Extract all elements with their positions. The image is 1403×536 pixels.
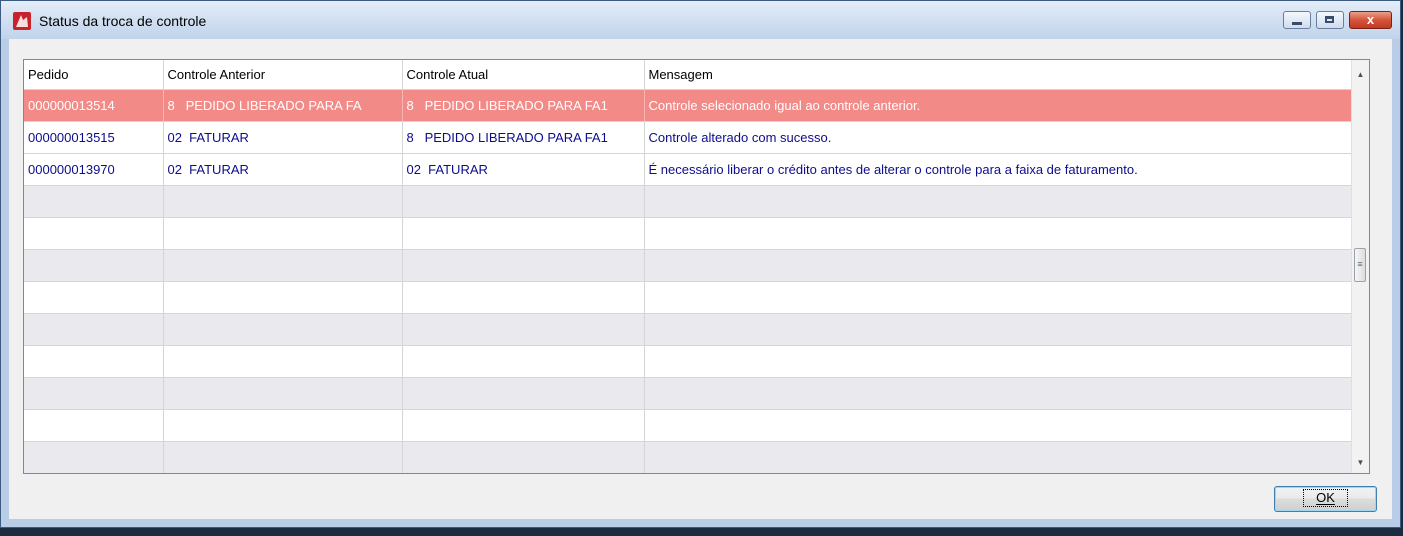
cell-pedido: 000000013514 [24, 89, 164, 122]
empty-row [24, 249, 1352, 282]
cell-pedido: 000000013515 [24, 121, 164, 154]
minimize-button[interactable] [1283, 11, 1311, 29]
cell-mensagem: Controle alterado com sucesso. [644, 121, 1352, 154]
close-icon: x [1366, 12, 1375, 27]
scroll-down-arrow-icon[interactable]: ▼ [1352, 454, 1369, 471]
maximize-icon [1325, 16, 1334, 23]
title-bar[interactable]: Status da troca de controle x [1, 1, 1400, 39]
ok-button[interactable]: OK [1274, 486, 1377, 512]
empty-row [24, 313, 1352, 346]
empty-row [24, 217, 1352, 250]
empty-row [24, 345, 1352, 378]
dialog-window: Status da troca de controle x Pedido Con… [0, 0, 1401, 528]
scroll-up-arrow-icon[interactable]: ▲ [1352, 66, 1369, 83]
empty-row [24, 441, 1352, 473]
minimize-icon [1292, 22, 1302, 25]
status-table: Pedido Controle Anterior Controle Atual … [24, 60, 1352, 473]
table-header-row: Pedido Controle Anterior Controle Atual … [24, 60, 1352, 90]
empty-row [24, 377, 1352, 410]
vertical-scrollbar[interactable]: ▲ ≡ ▼ [1351, 60, 1369, 473]
cell-controle-anterior: 02 FATURAR [163, 121, 403, 154]
status-grid[interactable]: Pedido Controle Anterior Controle Atual … [23, 59, 1370, 474]
table-row[interactable]: 000000013970 02 FATURAR 02 FATURAR É nec… [24, 153, 1352, 186]
column-header-controle-atual[interactable]: Controle Atual [402, 60, 645, 90]
caption-buttons: x [1278, 11, 1392, 29]
app-icon [13, 12, 31, 30]
cell-pedido: 000000013970 [24, 153, 164, 186]
cell-controle-atual: 02 FATURAR [402, 153, 645, 186]
ok-button-label: OK [1303, 489, 1348, 507]
column-header-pedido[interactable]: Pedido [24, 60, 164, 90]
scroll-thumb[interactable]: ≡ [1354, 248, 1366, 282]
cell-controle-atual: 8 PEDIDO LIBERADO PARA FA1 [402, 89, 645, 122]
column-header-mensagem[interactable]: Mensagem [644, 60, 1352, 90]
table-row[interactable]: 000000013515 02 FATURAR 8 PEDIDO LIBERAD… [24, 121, 1352, 154]
window-title: Status da troca de controle [39, 13, 207, 29]
column-header-controle-anterior[interactable]: Controle Anterior [163, 60, 403, 90]
close-button[interactable]: x [1349, 11, 1392, 29]
cell-controle-anterior: 02 FATURAR [163, 153, 403, 186]
empty-row [24, 409, 1352, 442]
cell-mensagem: É necessário liberar o crédito antes de … [644, 153, 1352, 186]
empty-row [24, 185, 1352, 218]
empty-row [24, 281, 1352, 314]
cell-controle-atual: 8 PEDIDO LIBERADO PARA FA1 [402, 121, 645, 154]
table-row[interactable]: 000000013514 8 PEDIDO LIBERADO PARA FA 8… [24, 89, 1352, 122]
cell-controle-anterior: 8 PEDIDO LIBERADO PARA FA [163, 89, 403, 122]
background-strip [0, 528, 1403, 536]
dialog-client-area: Pedido Controle Anterior Controle Atual … [9, 39, 1392, 519]
cell-mensagem: Controle selecionado igual ao controle a… [644, 89, 1352, 122]
maximize-button[interactable] [1316, 11, 1344, 29]
